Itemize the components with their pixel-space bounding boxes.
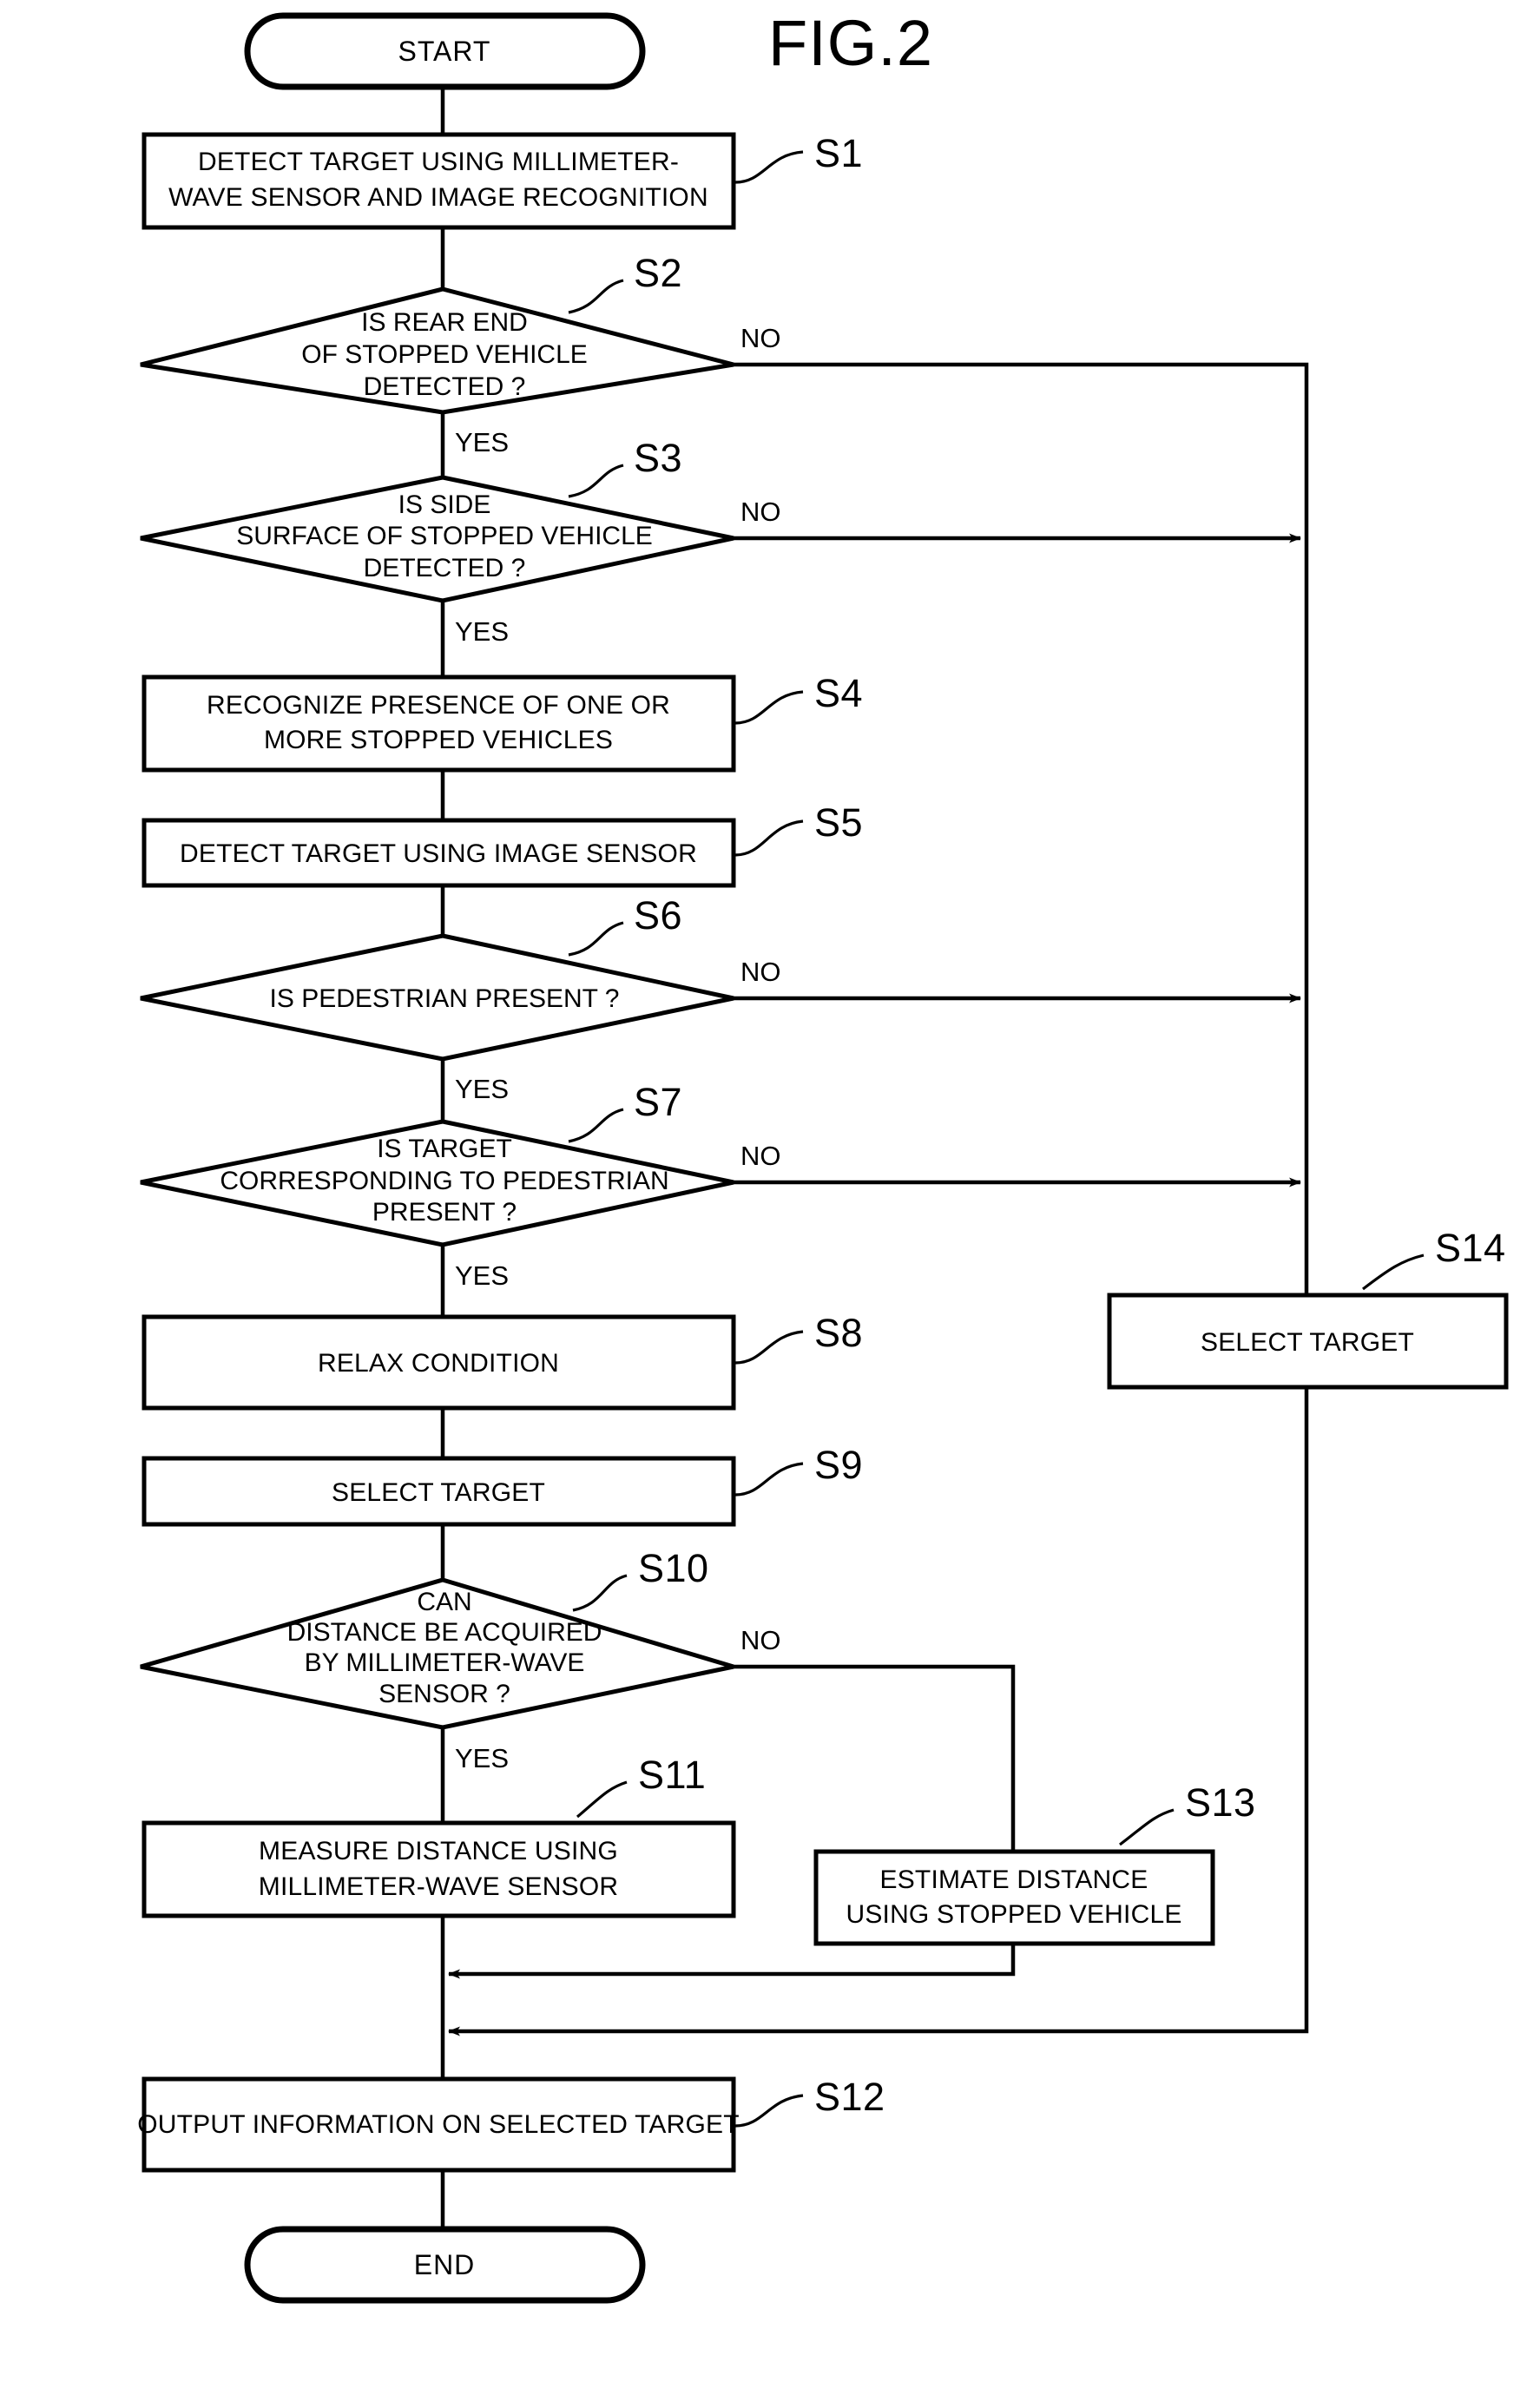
s2-line-2: DETECTED ? — [364, 372, 526, 401]
s5-leader — [734, 819, 804, 857]
s12-leader — [734, 2094, 804, 2128]
conn-s10-no-s13 — [734, 1664, 1016, 1852]
flowchart-canvas: FIG.2 START DETECT TARGET USING MILLIMET… — [137, 7, 1509, 2304]
node-s4: RECOGNIZE PRESENCE OF ONE OR MORE STOPPE… — [141, 671, 863, 773]
s2-no-label: NO — [740, 323, 781, 353]
s7-step-label: S7 — [634, 1080, 682, 1124]
s11-step-label: S11 — [638, 1753, 706, 1797]
s6-no-label: NO — [740, 957, 781, 987]
s2-step-label: S2 — [634, 251, 682, 295]
s14-leader — [1362, 1253, 1425, 1291]
s2-line-0: IS REAR END — [361, 308, 528, 337]
s13-line-1: USING STOPPED VEHICLE — [846, 1900, 1181, 1929]
s8-step-label: S8 — [814, 1311, 863, 1355]
s4-line-0: RECOGNIZE PRESENCE OF ONE OR — [207, 691, 670, 720]
s10-step-label: S10 — [638, 1546, 709, 1590]
s1-leader — [734, 150, 804, 184]
s13-step-label: S13 — [1185, 1780, 1256, 1825]
s9-step-label: S9 — [814, 1443, 863, 1487]
s10-line-0: CAN — [417, 1588, 471, 1616]
node-s3: IS SIDE SURFACE OF STOPPED VEHICLE DETEC… — [140, 436, 781, 647]
s12-line-0: OUTPUT INFORMATION ON SELECTED TARGET — [137, 2110, 740, 2139]
node-s12: OUTPUT INFORMATION ON SELECTED TARGET S1… — [137, 2075, 885, 2173]
s3-yes-label: YES — [455, 616, 509, 647]
s6-leader — [568, 921, 624, 957]
s7-line-2: PRESENT ? — [372, 1198, 517, 1227]
node-s1: DETECT TARGET USING MILLIMETER- WAVE SEN… — [141, 131, 863, 230]
s5-step-label: S5 — [814, 800, 863, 845]
s6-line-0: IS PEDESTRIAN PRESENT ? — [270, 984, 620, 1013]
s10-line-3: SENSOR ? — [378, 1680, 510, 1708]
s14-step-label: S14 — [1435, 1226, 1506, 1270]
terminator-start: START — [244, 12, 646, 90]
s7-line-0: IS TARGET — [377, 1135, 512, 1163]
node-s6: IS PEDESTRIAN PRESENT ? S6 NO YES — [140, 893, 781, 1104]
s11-leader — [576, 1780, 628, 1819]
s2-leader — [568, 279, 624, 314]
s10-leader — [572, 1574, 628, 1612]
figure-title: FIG.2 — [768, 7, 933, 79]
s5-line-0: DETECT TARGET USING IMAGE SENSOR — [180, 839, 697, 868]
s7-no-label: NO — [740, 1141, 781, 1171]
s3-leader — [568, 464, 624, 498]
node-s5: DETECT TARGET USING IMAGE SENSOR S5 — [141, 800, 863, 888]
s3-step-label: S3 — [634, 436, 682, 480]
s9-line-0: SELECT TARGET — [332, 1478, 545, 1507]
s1-line-1: WAVE SENSOR AND IMAGE RECOGNITION — [168, 183, 708, 212]
figure-page: FIG.2 START DETECT TARGET USING MILLIMET… — [0, 0, 1540, 2408]
s8-leader — [734, 1330, 804, 1365]
s6-yes-label: YES — [455, 1074, 509, 1104]
s4-leader — [734, 690, 804, 725]
node-s11: MEASURE DISTANCE USING MILLIMETER-WAVE S… — [141, 1753, 736, 1918]
s12-step-label: S12 — [814, 2075, 885, 2119]
node-s10: CAN DISTANCE BE ACQUIRED BY MILLIMETER-W… — [140, 1546, 781, 1773]
s1-step-label: S1 — [814, 131, 863, 175]
s4-step-label: S4 — [814, 671, 863, 715]
s3-no-label: NO — [740, 497, 781, 527]
s4-line-1: MORE STOPPED VEHICLES — [264, 726, 613, 754]
s3-line-0: IS SIDE — [398, 490, 491, 519]
s1-line-0: DETECT TARGET USING MILLIMETER- — [198, 148, 679, 176]
s11-line-0: MEASURE DISTANCE USING — [259, 1837, 618, 1865]
s9-leader — [734, 1462, 804, 1497]
s14-line-0: SELECT TARGET — [1201, 1328, 1414, 1357]
s6-step-label: S6 — [634, 893, 682, 938]
s10-no-label: NO — [740, 1625, 781, 1655]
s13-line-0: ESTIMATE DISTANCE — [880, 1865, 1148, 1894]
s10-line-1: DISTANCE BE ACQUIRED — [287, 1618, 602, 1647]
node-s9: SELECT TARGET S9 — [141, 1443, 863, 1527]
s8-line-0: RELAX CONDITION — [318, 1349, 559, 1378]
terminator-end: END — [244, 2226, 646, 2304]
conn-s13-return — [448, 1944, 1016, 1979]
s13-leader — [1119, 1808, 1175, 1846]
s2-yes-label: YES — [455, 427, 509, 457]
s2-line-1: OF STOPPED VEHICLE — [301, 340, 588, 369]
s7-yes-label: YES — [455, 1260, 509, 1291]
s7-leader — [568, 1108, 624, 1143]
s10-yes-label: YES — [455, 1743, 509, 1773]
s3-line-2: DETECTED ? — [364, 554, 526, 582]
node-s7: IS TARGET CORRESPONDING TO PEDESTRIAN PR… — [140, 1080, 781, 1291]
node-s13: ESTIMATE DISTANCE USING STOPPED VEHICLE … — [813, 1780, 1256, 1946]
s7-line-1: CORRESPONDING TO PEDESTRIAN — [220, 1167, 668, 1195]
end-label: END — [414, 2249, 476, 2280]
s3-line-1: SURFACE OF STOPPED VEHICLE — [236, 522, 653, 550]
s11-line-1: MILLIMETER-WAVE SENSOR — [259, 1872, 618, 1901]
node-s2: IS REAR END OF STOPPED VEHICLE DETECTED … — [140, 251, 781, 457]
node-s8: RELAX CONDITION S8 — [141, 1311, 863, 1411]
s10-line-2: BY MILLIMETER-WAVE — [305, 1648, 585, 1677]
start-label: START — [398, 36, 491, 67]
